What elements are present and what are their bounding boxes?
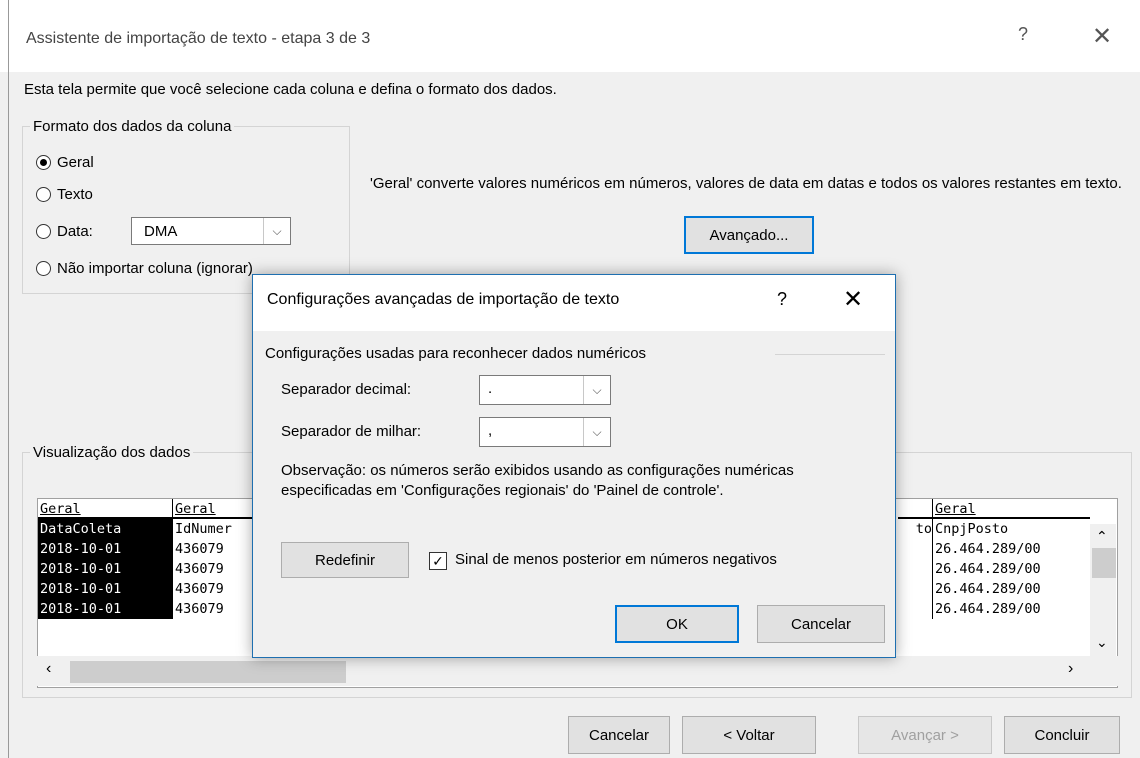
preview-column-partial[interactable]: to <box>898 499 932 539</box>
data-preview-legend: Visualização dos dados <box>33 444 191 461</box>
decimal-separator-value: . <box>488 380 493 397</box>
preview-cell: 2018-10-01 <box>38 539 172 559</box>
chevron-down-icon[interactable]: ⌵ <box>583 418 610 446</box>
scroll-right-icon[interactable]: › <box>1068 660 1073 678</box>
dialog-title: Assistente de importação de texto - etap… <box>26 30 371 47</box>
column-format-legend: Formato dos dados da coluna <box>33 118 232 135</box>
help-icon[interactable]: ? <box>1018 24 1028 45</box>
preview-cell: 26.464.289/00 <box>935 581 1041 597</box>
preview-cell: to <box>915 521 932 537</box>
advanced-settings-dialog: Configurações avançadas de importação de… <box>252 274 896 658</box>
radio-nao-importar-label: Não importar coluna (ignorar) <box>57 260 253 277</box>
date-format-select[interactable]: DMA ⌵ <box>131 217 291 245</box>
radio-geral[interactable]: Geral <box>36 154 94 171</box>
preview-cell: 2018-10-01 <box>38 579 172 599</box>
modal-cancel-button[interactable]: Cancelar <box>757 605 885 643</box>
divider <box>775 354 885 355</box>
radio-button-icon[interactable] <box>36 261 51 276</box>
next-button[interactable]: Avançar > <box>858 716 992 754</box>
trailing-minus-label[interactable]: Sinal de menos posterior em números nega… <box>455 551 777 568</box>
radio-geral-label: Geral <box>57 154 94 171</box>
chevron-down-icon[interactable]: ⌵ <box>263 218 290 244</box>
window-edge <box>8 0 9 758</box>
scroll-down-icon[interactable]: ⌄ <box>1096 634 1108 651</box>
radio-button-icon[interactable] <box>36 155 51 170</box>
close-icon[interactable]: ✕ <box>1092 22 1112 51</box>
radio-data-label: Data: <box>57 223 93 240</box>
preview-cell: DataColeta <box>38 519 172 539</box>
close-icon[interactable]: ✕ <box>843 285 863 314</box>
scroll-left-icon[interactable]: ‹ <box>46 660 51 678</box>
format-description: 'Geral' converte valores numéricos em nú… <box>370 175 1122 192</box>
radio-button-icon[interactable] <box>36 187 51 202</box>
modal-title: Configurações avançadas de importação de… <box>267 291 620 308</box>
back-button[interactable]: < Voltar <box>682 716 816 754</box>
column-format-header: Geral <box>933 499 1090 519</box>
preview-cell: 26.464.289/00 <box>935 561 1041 577</box>
help-icon[interactable]: ? <box>777 289 787 310</box>
radio-nao-importar[interactable]: Não importar coluna (ignorar) <box>36 260 253 277</box>
preview-column-1[interactable]: Geral DataColeta 2018-10-01 2018-10-01 2… <box>38 499 172 619</box>
chevron-down-icon[interactable]: ⌵ <box>583 376 610 404</box>
preview-cell: 26.464.289/00 <box>935 601 1041 617</box>
vertical-scroll-thumb[interactable] <box>1092 548 1116 578</box>
checkmark-icon: ✓ <box>432 552 444 569</box>
intro-text: Esta tela permite que você selecione cad… <box>24 81 557 98</box>
finish-button[interactable]: Concluir <box>1004 716 1120 754</box>
column-format-header: Geral <box>38 499 172 519</box>
radio-texto[interactable]: Texto <box>36 186 93 203</box>
preview-cell: 26.464.289/00 <box>935 541 1041 557</box>
preview-cell: CnpjPosto <box>935 521 1009 537</box>
thousands-separator-value: , <box>488 422 493 439</box>
preview-column-cnpj[interactable]: Geral CnpjPosto 26.464.289/00 26.464.289… <box>932 499 1090 619</box>
preview-cell: 2018-10-01 <box>38 599 172 619</box>
radio-button-icon[interactable] <box>36 224 51 239</box>
thousands-separator-combo[interactable]: , ⌵ <box>479 417 611 447</box>
radio-texto-label: Texto <box>57 186 93 203</box>
horizontal-scroll-thumb[interactable] <box>70 661 346 683</box>
numeric-settings-heading: Configurações usadas para reconhecer dad… <box>265 345 647 362</box>
scroll-up-icon[interactable]: ⌃ <box>1096 528 1108 545</box>
cancel-button[interactable]: Cancelar <box>568 716 670 754</box>
reset-button[interactable]: Redefinir <box>281 542 409 578</box>
thousands-separator-label: Separador de milhar: <box>281 423 422 440</box>
column-format-header <box>898 499 932 519</box>
regional-settings-note: Observação: os números serão exibidos us… <box>281 462 794 499</box>
decimal-separator-combo[interactable]: . ⌵ <box>479 375 611 405</box>
date-format-value: DMA <box>144 223 178 240</box>
radio-data[interactable]: Data: <box>36 223 93 240</box>
advanced-button[interactable]: Avançado... <box>684 216 814 254</box>
decimal-separator-label: Separador decimal: <box>281 381 412 398</box>
trailing-minus-checkbox[interactable]: ✓ <box>429 552 447 570</box>
ok-button[interactable]: OK <box>615 605 739 643</box>
preview-cell: 2018-10-01 <box>38 559 172 579</box>
